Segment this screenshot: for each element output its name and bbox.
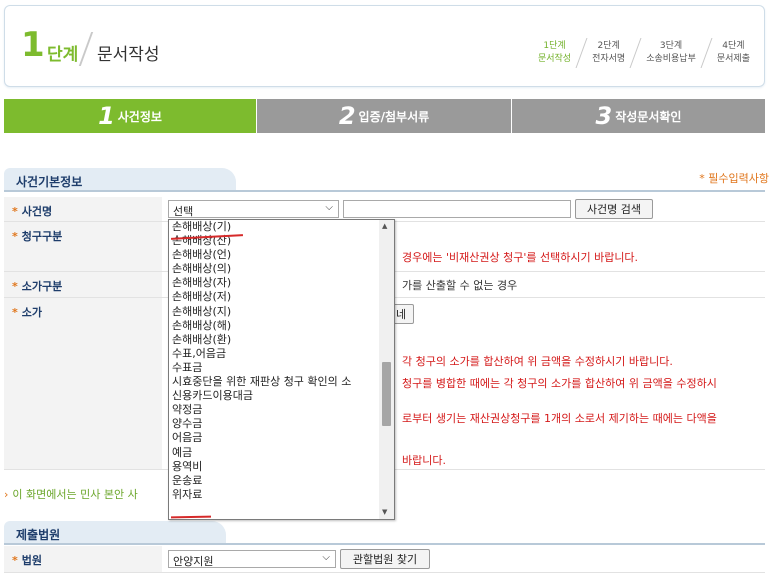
- tab-attachments[interactable]: 2 입증/첨부서류: [257, 99, 511, 133]
- case-name-dropdown-list[interactable]: 손해배상(기) 손해배상(산) 손해배상(언) 손해배상(의) 손해배상(자) 손해배상(…: [168, 219, 395, 520]
- mini-step-nav: 1단계 문서작성 2단계 전자서명 3단계 소송비용납부 4단계 문서제출: [534, 38, 754, 68]
- section-court-title: 제출법원: [4, 521, 226, 545]
- row-court: * 법원 안양지원 ⌵ 관할법원 찾기: [4, 546, 765, 573]
- value-note-4: 바랍니다.: [402, 454, 446, 467]
- find-court-button[interactable]: 관할법원 찾기: [340, 549, 430, 569]
- dropdown-option[interactable]: 시효중단을 위한 재판상 청구 확인의 소: [169, 375, 380, 389]
- dropdown-option[interactable]: 신용카드이용대금: [169, 389, 380, 403]
- tab-case-info[interactable]: 1 사건정보: [4, 99, 256, 133]
- dropdown-option[interactable]: 손해배상(환): [169, 333, 380, 347]
- mini-step-1: 1단계 문서작성: [537, 41, 572, 64]
- step-header: 1 단계 문서작성 1단계 문서작성 2단계 전자서명 3단계 소송비용납부 4단계 문…: [4, 5, 765, 87]
- value-type-note: 가를 산출할 수 없는 경우: [402, 279, 518, 292]
- dropdown-option[interactable]: 손해배상(저): [169, 290, 380, 304]
- court-select[interactable]: 안양지원 ⌵: [168, 550, 336, 568]
- mini-step-3: 3단계 소송비용납부: [646, 41, 696, 64]
- step-word: 단계: [47, 45, 79, 65]
- required-note: * 필수입력사항: [699, 172, 769, 185]
- case-name-select[interactable]: 선택 ⌵: [168, 200, 339, 218]
- mini-slash: [629, 38, 642, 68]
- dropdown-option[interactable]: 손해배상(지): [169, 305, 380, 319]
- scroll-down-icon[interactable]: ▼: [382, 508, 387, 516]
- dropdown-option[interactable]: 손해배상(자): [169, 276, 380, 290]
- case-name-label: 사건명: [21, 205, 53, 218]
- dropdown-option[interactable]: 용역비: [169, 460, 380, 474]
- chevron-down-icon: ⌵: [325, 202, 333, 213]
- mini-step-4: 4단계 문서제출: [716, 41, 750, 64]
- dropdown-option[interactable]: 어음금: [169, 431, 380, 445]
- dropdown-option[interactable]: 손해배상(언): [169, 248, 380, 262]
- dropdown-option[interactable]: 수표금: [169, 361, 380, 375]
- dropdown-option[interactable]: 예금: [169, 446, 380, 460]
- info-note: › 이 화면에서는 민사 본안 사: [4, 488, 138, 501]
- dropdown-scrollbar[interactable]: ▲ ▼: [379, 220, 394, 519]
- scroll-up-icon[interactable]: ▲: [382, 222, 387, 230]
- dropdown-option[interactable]: 위자료: [169, 488, 380, 502]
- dropdown-option[interactable]: 약정금: [169, 403, 380, 417]
- case-name-input[interactable]: [343, 200, 571, 218]
- slash-divider: [78, 32, 94, 66]
- chevron-down-icon: ⌵: [322, 552, 330, 563]
- section-court: 제출법원: [4, 521, 765, 545]
- wizard-tabs: 1 사건정보 2 입증/첨부서류 3 작성문서확인: [4, 99, 765, 133]
- scrollbar-thumb[interactable]: [382, 362, 391, 426]
- tab-review[interactable]: 3 작성문서확인: [512, 99, 765, 133]
- dropdown-option[interactable]: 수표,어음금: [169, 347, 380, 361]
- section-case-basic: 사건기본정보: [4, 168, 765, 192]
- value-note-2: 청구를 병합한 때에는 각 청구의 소가를 합산하여 위 금액을 수정하시: [402, 377, 717, 390]
- case-name-search-button[interactable]: 사건명 검색: [575, 199, 653, 219]
- dropdown-option[interactable]: 손해배상(기): [169, 220, 380, 234]
- step-number: 1: [21, 25, 45, 65]
- step-title: 문서작성: [97, 45, 160, 65]
- mini-step-2: 2단계 전자서명: [592, 41, 626, 64]
- section-title: 사건기본정보: [4, 168, 236, 192]
- dropdown-option[interactable]: 양수금: [169, 417, 380, 431]
- dropdown-options: 손해배상(기) 손해배상(산) 손해배상(언) 손해배상(의) 손해배상(자) 손해배상(…: [169, 220, 380, 502]
- mini-slash: [575, 38, 588, 68]
- dropdown-option[interactable]: 손해배상(의): [169, 262, 380, 276]
- claim-type-note: 경우에는 '비재산권상 청구'를 선택하시기 바랍니다.: [402, 251, 639, 264]
- value-note-3: 로부터 생기는 재산권상청구를 1개의 소로서 제기하는 때에는 다액을: [402, 412, 717, 425]
- dropdown-option[interactable]: 운송료: [169, 474, 380, 488]
- page: 1 단계 문서작성 1단계 문서작성 2단계 전자서명 3단계 소송비용납부 4단계 문…: [0, 0, 773, 579]
- value-note-1: 각 청구의 소가를 합산하여 위 금액을 수정하시기 바랍니다.: [402, 355, 673, 368]
- dropdown-option[interactable]: 손해배상(해): [169, 319, 380, 333]
- mini-slash: [700, 38, 713, 68]
